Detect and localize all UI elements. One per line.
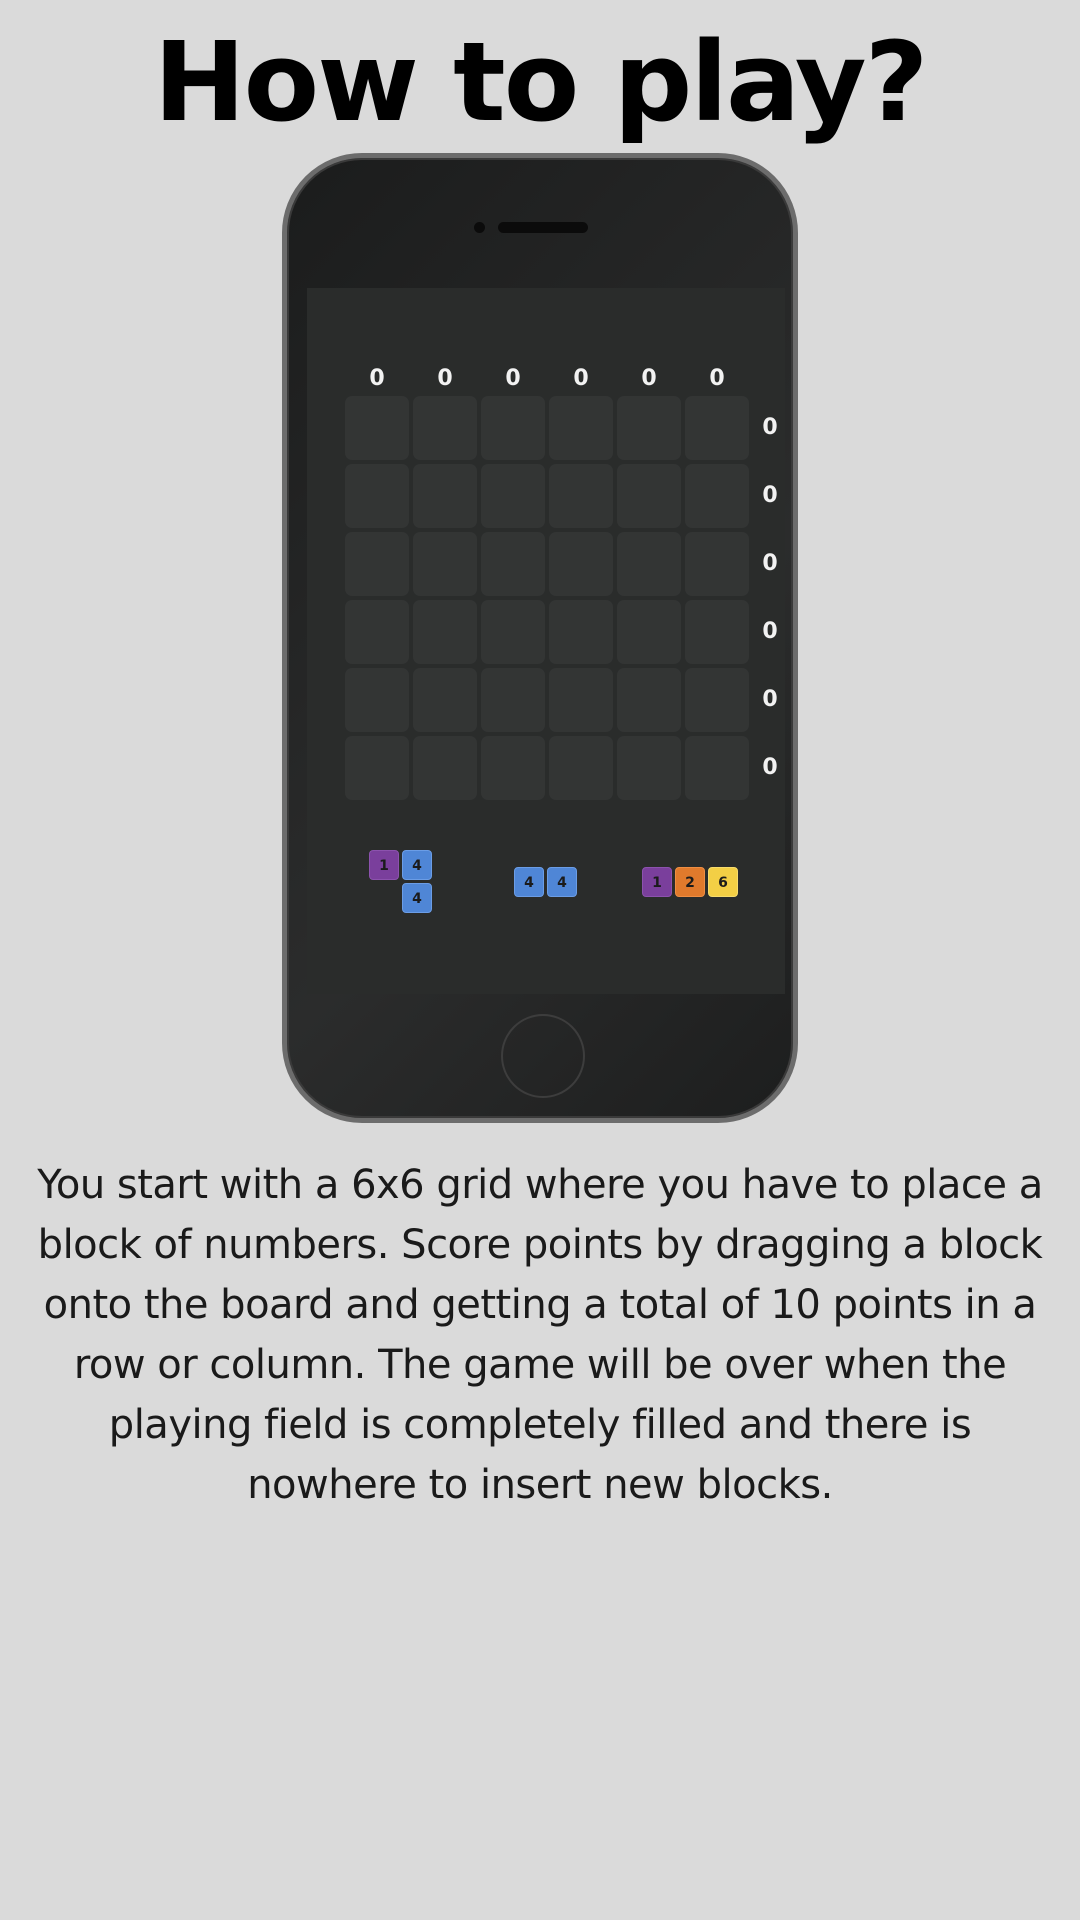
phone-mockup: 000000 000000 144 44 126 (282, 153, 798, 1123)
column-score: 0 (369, 366, 385, 391)
number-tile: 6 (708, 867, 738, 897)
page-title: How to play? (153, 18, 929, 146)
row-score: 0 (762, 551, 778, 576)
row-scores: 0 0 0 0 0 0 (757, 396, 787, 806)
grid-cell[interactable] (345, 736, 409, 800)
grid-cell[interactable] (549, 668, 613, 732)
column-score: 0 (641, 366, 657, 391)
grid-cell[interactable] (549, 736, 613, 800)
grid-cell[interactable] (481, 600, 545, 664)
grid-cell[interactable] (685, 736, 749, 800)
column-score: 0 (505, 366, 521, 391)
grid-cell[interactable] (617, 600, 681, 664)
earpiece-speaker (498, 222, 588, 233)
grid-cell[interactable] (617, 532, 681, 596)
number-tile: 4 (547, 867, 577, 897)
grid-cell[interactable] (481, 668, 545, 732)
grid-cell[interactable] (685, 532, 749, 596)
grid-cell[interactable] (549, 464, 613, 528)
grid-cell[interactable] (549, 396, 613, 460)
number-tile: 4 (402, 883, 432, 913)
grid-cell[interactable] (549, 532, 613, 596)
grid-cell[interactable] (413, 464, 477, 528)
column-score: 0 (709, 366, 725, 391)
grid-cell[interactable] (685, 600, 749, 664)
grid-cell[interactable] (617, 464, 681, 528)
home-button[interactable] (501, 1014, 585, 1098)
front-camera (474, 222, 485, 233)
number-tile: 1 (369, 850, 399, 880)
grid-cell[interactable] (685, 668, 749, 732)
grid-cell[interactable] (481, 396, 545, 460)
row-score: 0 (762, 619, 778, 644)
column-score: 0 (437, 366, 453, 391)
grid-cell[interactable] (345, 532, 409, 596)
grid-cell[interactable] (413, 532, 477, 596)
grid-cell[interactable] (617, 736, 681, 800)
number-tile: 1 (642, 867, 672, 897)
row-score: 0 (762, 687, 778, 712)
row-score: 0 (762, 415, 778, 440)
grid-cell[interactable] (617, 396, 681, 460)
number-tile: 2 (675, 867, 705, 897)
grid-cell[interactable] (685, 396, 749, 460)
column-score: 0 (573, 366, 589, 391)
grid-cell[interactable] (481, 736, 545, 800)
game-screen: 000000 000000 144 44 126 (307, 288, 785, 994)
number-tile: 4 (402, 850, 432, 880)
grid-cell[interactable] (685, 464, 749, 528)
grid-cell[interactable] (413, 600, 477, 664)
grid-cell[interactable] (345, 396, 409, 460)
grid-cell[interactable] (549, 600, 613, 664)
grid-cell[interactable] (617, 668, 681, 732)
grid-cell[interactable] (413, 668, 477, 732)
grid-cell[interactable] (413, 736, 477, 800)
grid-cell[interactable] (481, 464, 545, 528)
grid-cell[interactable] (345, 464, 409, 528)
grid-cell[interactable] (345, 600, 409, 664)
row-score: 0 (762, 755, 778, 780)
instructions-text: You start with a 6x6 grid where you have… (37, 1162, 1043, 1508)
grid-cell[interactable] (481, 532, 545, 596)
column-scores: 0 0 0 0 0 0 (345, 364, 755, 394)
number-tile: 4 (514, 867, 544, 897)
grid-cell[interactable] (345, 668, 409, 732)
game-board[interactable] (345, 396, 755, 806)
grid-cell[interactable] (413, 396, 477, 460)
row-score: 0 (762, 483, 778, 508)
